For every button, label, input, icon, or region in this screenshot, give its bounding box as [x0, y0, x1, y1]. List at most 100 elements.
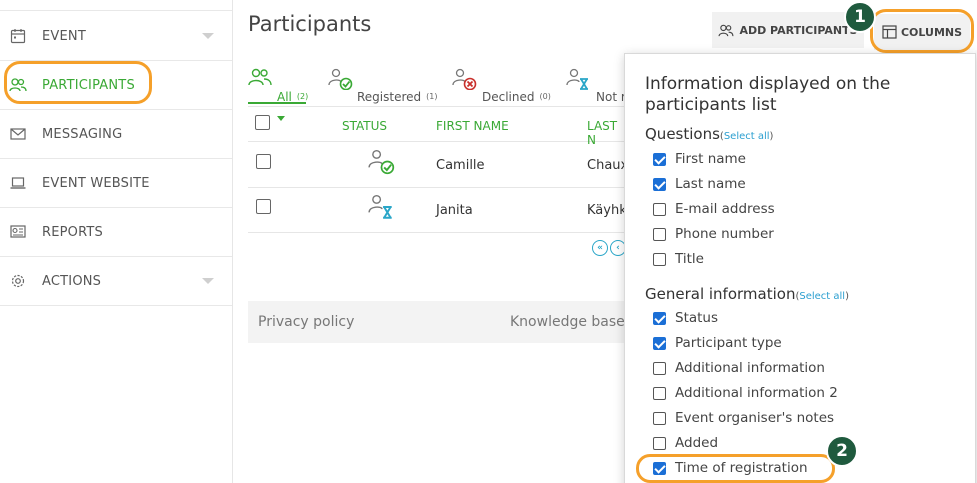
tab-label: Declined: [482, 90, 535, 104]
select-all-checkbox[interactable]: [255, 115, 270, 133]
checkbox[interactable]: [653, 152, 666, 166]
table-header: STATUS FIRST NAME LAST N: [248, 110, 628, 147]
highlight-ring-participants: [4, 61, 152, 104]
last-name-cell: Chaux: [587, 158, 629, 173]
step-badge-1: 1: [844, 1, 876, 33]
checkbox[interactable]: [653, 311, 666, 325]
option-additional-info[interactable]: Additional information: [653, 359, 825, 377]
row-checkbox[interactable]: [256, 154, 271, 173]
checkbox[interactable]: [653, 336, 666, 350]
tab-registered[interactable]: Registered (1): [328, 66, 438, 104]
checkbox[interactable]: [653, 411, 666, 425]
option-email[interactable]: E-mail address: [653, 200, 775, 218]
checkbox[interactable]: [653, 252, 666, 266]
row-checkbox[interactable]: [256, 199, 271, 218]
report-icon: [9, 223, 27, 241]
column-header-status[interactable]: STATUS: [342, 119, 387, 133]
option-added[interactable]: Added: [653, 434, 718, 452]
tab-all[interactable]: All (2): [248, 66, 310, 104]
option-label: Additional information 2: [675, 385, 838, 401]
step-badge-2: 2: [826, 435, 858, 467]
option-status[interactable]: Status: [653, 309, 718, 327]
first-page-button[interactable]: «: [592, 240, 608, 256]
sidebar-item-label: ACTIONS: [42, 273, 102, 289]
section-title-questions: Questions(Select all): [645, 125, 774, 143]
panel-title: Information displayed on the participant…: [645, 74, 891, 115]
people-icon: [248, 68, 272, 89]
tab-count: (0): [539, 92, 551, 101]
chevron-down-icon[interactable]: [202, 278, 214, 284]
option-label: Status: [675, 310, 719, 326]
tab-declined[interactable]: Declined (0): [452, 66, 562, 104]
option-label: Title: [675, 251, 704, 267]
option-title[interactable]: Title: [653, 250, 704, 268]
select-all-link[interactable]: Select all: [799, 291, 845, 302]
column-header-first-name[interactable]: FIRST NAME: [436, 119, 509, 133]
pagination: « ‹: [592, 240, 626, 256]
columns-panel: Information displayed on the participant…: [624, 53, 976, 483]
sidebar-item-reports[interactable]: REPORTS: [0, 208, 232, 257]
active-tab-indicator: [248, 102, 306, 104]
checkbox[interactable]: [653, 177, 666, 191]
add-participants-label: ADD PARTICIPANTS: [739, 23, 858, 37]
person-hourglass-icon: [368, 194, 396, 224]
option-label: Phone number: [675, 226, 774, 242]
calendar-icon: [9, 27, 27, 45]
sidebar-item-label: MESSAGING: [42, 126, 123, 142]
knowledge-base-link[interactable]: Knowledge base: [510, 314, 625, 330]
tab-label: Not r: [596, 90, 626, 104]
chevron-down-icon[interactable]: [202, 33, 214, 39]
people-icon: [718, 24, 734, 36]
section-title-text: General information: [645, 285, 796, 303]
footer: Privacy policy Knowledge base: [248, 301, 628, 343]
select-all-link[interactable]: Select all: [724, 131, 770, 142]
option-label: Last name: [675, 176, 746, 192]
tab-label: Registered: [357, 90, 422, 104]
sidebar-item-messaging[interactable]: MESSAGING: [0, 110, 232, 159]
tab-not-responded[interactable]: Not r: [566, 66, 626, 104]
checkbox[interactable]: [653, 386, 666, 400]
sidebar-item-event-website[interactable]: EVENT WEBSITE: [0, 159, 232, 208]
gear-icon: [9, 272, 27, 290]
envelope-icon: [9, 125, 27, 143]
sidebar-item-label: EVENT: [42, 28, 86, 44]
option-phone[interactable]: Phone number: [653, 225, 774, 243]
highlight-ring-time-of-registration: [636, 454, 835, 483]
option-label: E-mail address: [675, 201, 775, 217]
sidebar-item-label: EVENT WEBSITE: [42, 175, 150, 191]
person-hourglass-icon: [566, 68, 592, 93]
tab-count: (2): [296, 92, 309, 101]
first-name-cell: Camille: [436, 158, 485, 173]
page-title: Participants: [248, 12, 372, 36]
sidebar-item-actions[interactable]: ACTIONS: [0, 257, 232, 306]
checkbox[interactable]: [653, 202, 666, 216]
last-name-cell: Käyhk: [587, 203, 627, 218]
option-participant-type[interactable]: Participant type: [653, 334, 782, 352]
highlight-ring-columns: [870, 9, 974, 53]
table-row[interactable]: Janita Käyhk: [248, 188, 628, 233]
option-last-name[interactable]: Last name: [653, 175, 746, 193]
option-label: Event organiser's notes: [675, 410, 835, 426]
sidebar-item-event[interactable]: EVENT: [0, 12, 232, 61]
option-organiser-notes[interactable]: Event organiser's notes: [653, 409, 834, 427]
person-check-icon: [368, 149, 396, 179]
person-check-icon: [328, 68, 354, 93]
person-declined-icon: [452, 68, 478, 93]
option-label: First name: [675, 151, 746, 167]
add-participants-button[interactable]: ADD PARTICIPANTS: [712, 12, 864, 48]
checkbox[interactable]: [653, 361, 666, 375]
sidebar-top-divider: [0, 10, 232, 11]
checkbox[interactable]: [653, 436, 666, 450]
section-title-general: General information(Select all): [645, 285, 849, 303]
option-label: Participant type: [675, 335, 782, 351]
sidebar-item-label: REPORTS: [42, 224, 103, 240]
option-additional-info-2[interactable]: Additional information 2: [653, 384, 838, 402]
chevron-down-icon[interactable]: [277, 116, 285, 121]
checkbox[interactable]: [653, 227, 666, 241]
table-row[interactable]: Camille Chaux: [248, 143, 628, 188]
laptop-icon: [9, 174, 27, 192]
privacy-policy-link[interactable]: Privacy policy: [258, 314, 354, 330]
section-title-text: Questions: [645, 125, 720, 143]
option-first-name[interactable]: First name: [653, 150, 746, 168]
tabs-divider: [248, 106, 628, 107]
